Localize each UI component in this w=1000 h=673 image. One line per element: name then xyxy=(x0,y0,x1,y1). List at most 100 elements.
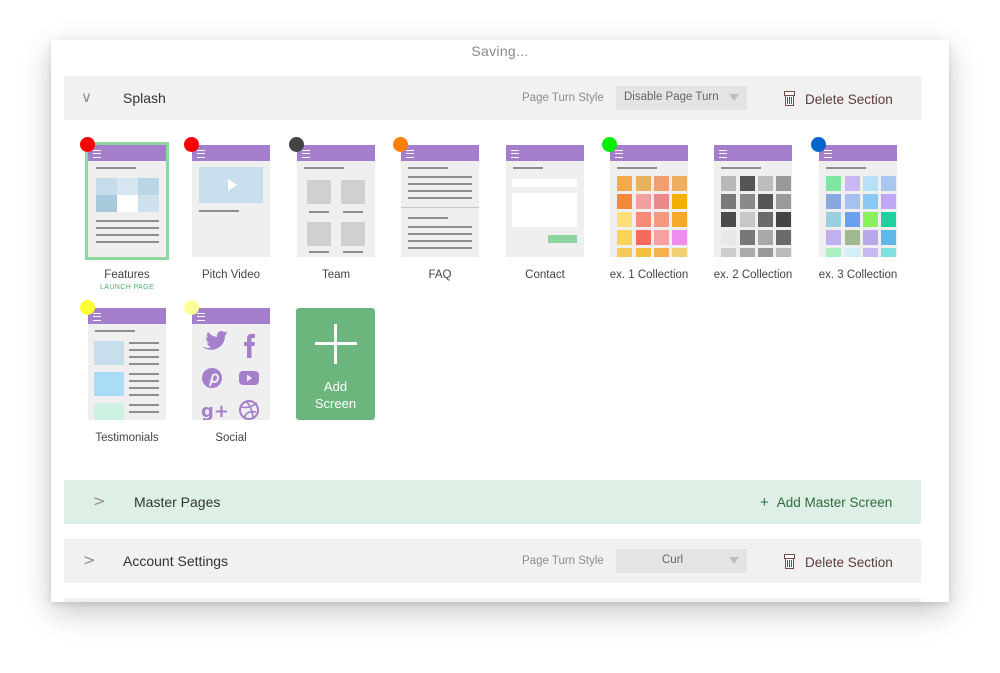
delete-section-label: Delete Section xyxy=(805,555,893,570)
hamburger-icon xyxy=(93,313,101,321)
add-screen-button[interactable]: Add Screen xyxy=(296,308,375,420)
grid-cell xyxy=(758,176,773,191)
screen-label: Social xyxy=(215,432,247,444)
grid-cell xyxy=(636,194,651,209)
grid-cell xyxy=(740,212,755,227)
grid-cell xyxy=(881,230,896,245)
add-master-screen-label: Add Master Screen xyxy=(776,495,893,510)
grid-cell xyxy=(863,176,878,191)
grid-cell xyxy=(740,248,755,257)
grid-cell xyxy=(672,230,687,245)
grid-cell xyxy=(617,212,632,227)
screen-label: FAQ xyxy=(428,269,452,281)
grid-cell xyxy=(881,248,896,257)
play-icon xyxy=(228,179,237,191)
section-account-settings-header[interactable]: > Account Settings Page Turn Style Curl … xyxy=(64,539,921,583)
screen-thumbnail[interactable] xyxy=(88,308,166,420)
twitter-icon xyxy=(203,331,228,350)
grid-cell xyxy=(672,212,687,227)
grid-cell xyxy=(863,230,878,245)
grid-cell xyxy=(845,248,860,257)
grid-cell xyxy=(863,194,878,209)
screen-thumbnail[interactable] xyxy=(714,145,792,257)
grid-cell xyxy=(776,212,791,227)
grid-cell xyxy=(845,194,860,209)
chevron-right-icon[interactable]: > xyxy=(83,551,96,569)
screen-thumbnail[interactable] xyxy=(610,145,688,257)
svg-text:g+: g+ xyxy=(201,401,229,420)
screen-thumbnail[interactable] xyxy=(819,145,897,257)
page-turn-style-value: Curl xyxy=(662,554,684,566)
screen-label: Features xyxy=(104,269,150,281)
hamburger-icon xyxy=(302,150,310,158)
screen-label: Testimonials xyxy=(95,432,159,444)
grid-cell xyxy=(721,194,736,209)
chevron-down-icon[interactable]: ∨ xyxy=(81,88,92,106)
plus-icon: + xyxy=(760,494,769,511)
section-next-header[interactable] xyxy=(64,598,921,602)
grid-cell xyxy=(776,176,791,191)
add-screen-label: Add Screen xyxy=(296,378,375,412)
status-dot xyxy=(289,137,304,152)
grid-cell xyxy=(617,176,632,191)
section-splash-header[interactable]: ∨ Splash Page Turn Style Disable Page Tu… xyxy=(64,76,921,120)
hamburger-icon xyxy=(824,150,832,158)
grid-cell xyxy=(826,194,841,209)
grid-cell xyxy=(636,176,651,191)
screen-thumbnail[interactable] xyxy=(297,145,375,257)
grid-cell xyxy=(776,248,791,257)
grid-cell xyxy=(881,212,896,227)
hamburger-icon xyxy=(511,150,519,158)
status-dot xyxy=(80,137,95,152)
screen-label: Contact xyxy=(525,269,565,281)
grid-cell xyxy=(826,176,841,191)
page-turn-style-label: Page Turn Style xyxy=(522,92,604,104)
screen-label: Team xyxy=(321,269,351,281)
page-turn-style-select[interactable]: Disable Page Turn xyxy=(616,86,747,110)
grid-cell xyxy=(863,248,878,257)
status-dot xyxy=(80,300,95,315)
section-title: Account Settings xyxy=(123,553,229,569)
section-title: Splash xyxy=(123,90,166,106)
launch-page-badge: LAUNCH PAGE xyxy=(99,284,155,291)
hamburger-icon xyxy=(197,150,205,158)
hamburger-icon xyxy=(197,313,205,321)
status-dot xyxy=(602,137,617,152)
section-master-pages[interactable]: > Master Pages + Add Master Screen xyxy=(64,480,921,524)
grid-cell xyxy=(740,194,755,209)
dropdown-arrow-icon xyxy=(729,557,739,564)
add-screen-line1: Add xyxy=(323,379,348,394)
screen-thumbnail[interactable] xyxy=(192,145,270,257)
grid-cell xyxy=(654,176,669,191)
grid-cell xyxy=(617,248,632,257)
grid-cell xyxy=(758,248,773,257)
screen-thumbnail[interactable] xyxy=(85,142,169,260)
delete-section-label: Delete Section xyxy=(805,92,893,107)
saving-status: Saving... xyxy=(471,43,529,59)
dropdown-arrow-icon xyxy=(729,94,739,101)
screen-thumbnail[interactable] xyxy=(401,145,479,257)
grid-cell xyxy=(758,212,773,227)
grid-cell xyxy=(845,212,860,227)
screen-thumbnail[interactable]: g+ xyxy=(192,308,270,420)
status-dot xyxy=(184,137,199,152)
hamburger-icon xyxy=(615,150,623,158)
plus-icon-bar xyxy=(315,342,357,345)
screen-label: ex. 1 Collection xyxy=(609,269,689,281)
grid-cell xyxy=(881,176,896,191)
screen-thumbnail[interactable] xyxy=(506,145,584,257)
grid-cell xyxy=(654,212,669,227)
grid-cell xyxy=(721,176,736,191)
status-dot xyxy=(811,137,826,152)
page-turn-style-select[interactable]: Curl xyxy=(616,549,747,573)
add-master-screen-button[interactable]: + Add Master Screen xyxy=(760,494,892,511)
grid-cell xyxy=(617,194,632,209)
grid-cell xyxy=(672,176,687,191)
screen-label: ex. 3 Collection xyxy=(818,269,898,281)
grid-cell xyxy=(863,212,878,227)
grid-cell xyxy=(845,176,860,191)
google-plus-icon: g+ xyxy=(201,401,229,420)
grid-cell xyxy=(776,230,791,245)
grid-cell xyxy=(826,212,841,227)
chevron-right-icon[interactable]: > xyxy=(93,492,106,510)
